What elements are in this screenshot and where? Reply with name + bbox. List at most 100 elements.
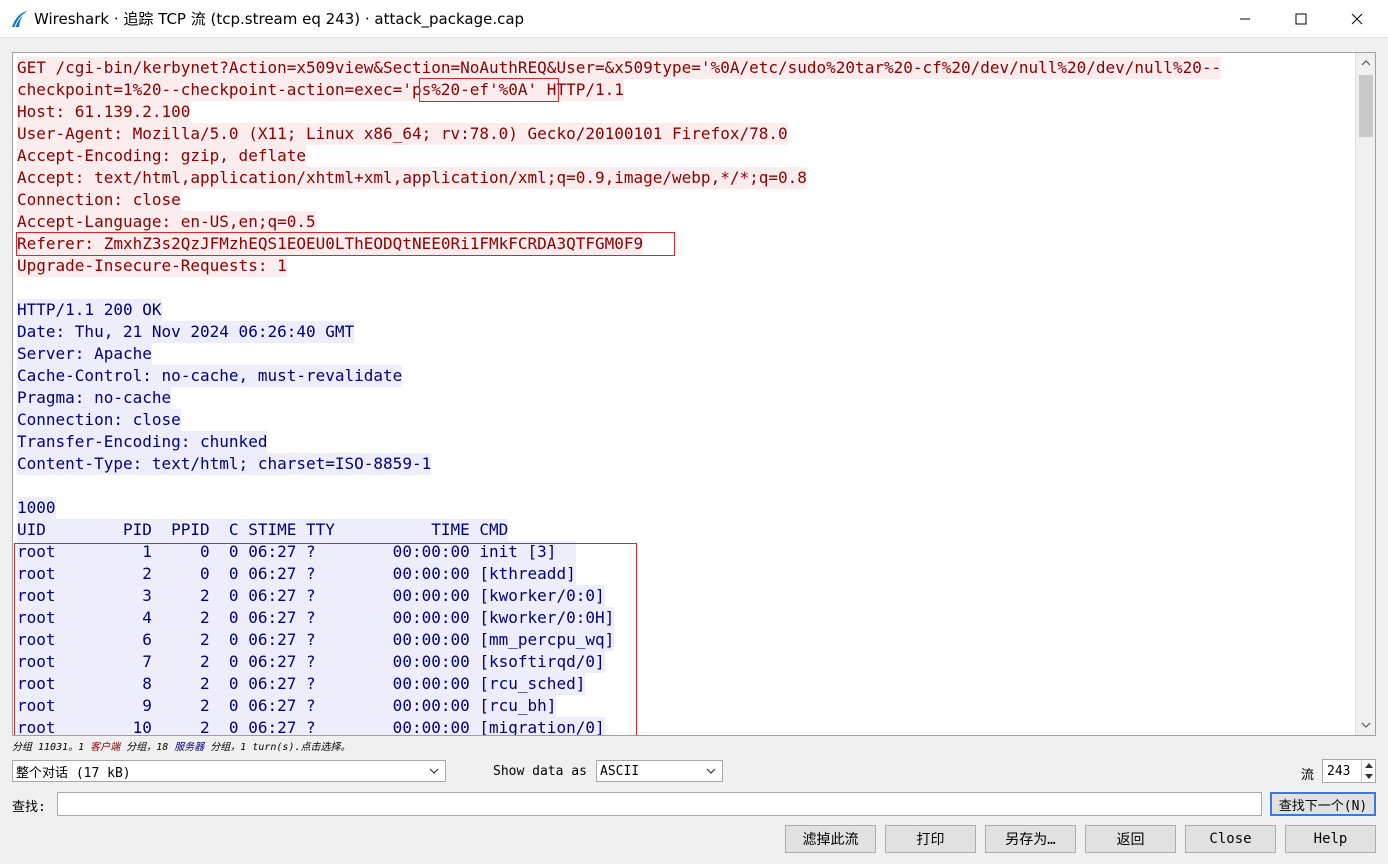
stream-line-text: root 2 0 0 06:27 ? 00:00:00 [kthreadd] [17, 563, 576, 585]
stream-line-text: GET /cgi-bin/kerbynet?Action=x509view&Se… [17, 57, 1222, 79]
stream-line-text: UID PID PPID C STIME TTY TIME CMD [17, 519, 509, 541]
minimize-icon [1240, 18, 1250, 20]
stream-line: root 9 2 0 06:27 ? 00:00:00 [rcu_bh] [17, 695, 1221, 717]
stream-line-text: 1000 [17, 497, 56, 519]
stream-line: Date: Thu, 21 Nov 2024 06:26:40 GMT [17, 321, 1221, 343]
stream-line-text: root 9 2 0 06:27 ? 00:00:00 [rcu_bh] [17, 695, 557, 717]
stream-line: root 4 2 0 06:27 ? 00:00:00 [kworker/0:0… [17, 607, 1221, 629]
stream-text-area[interactable]: GET /cgi-bin/kerbynet?Action=x509view&Se… [12, 52, 1376, 736]
stream-line-text: Date: Thu, 21 Nov 2024 06:26:40 GMT [17, 321, 355, 343]
stream-line-text: Accept: text/html,application/xhtml+xml,… [17, 167, 807, 189]
stream-line [17, 277, 1221, 299]
stream-line [17, 475, 1221, 497]
wireshark-fin-icon [8, 8, 30, 30]
stream-line-text: root 6 2 0 06:27 ? 00:00:00 [mm_percpu_w… [17, 629, 615, 651]
stream-line-text: Transfer-Encoding: chunked [17, 431, 268, 453]
stream-line: UID PID PPID C STIME TTY TIME CMD [17, 519, 1221, 541]
stream-line: root 8 2 0 06:27 ? 00:00:00 [rcu_sched] [17, 673, 1221, 695]
conversation-select[interactable]: 整个对话 (17 kB) [12, 760, 446, 782]
stream-line-text: Connection: close [17, 189, 181, 211]
stream-line: root 7 2 0 06:27 ? 00:00:00 [ksoftirqd/0… [17, 651, 1221, 673]
status-prefix: 分组 11031。1 [12, 742, 91, 753]
vertical-scrollbar[interactable] [1355, 53, 1375, 735]
stream-line: 1000 [17, 497, 1221, 519]
find-label: 查找: [12, 800, 46, 815]
minimize-button[interactable] [1218, 0, 1272, 38]
conversation-select-value: 整个对话 (17 kB) [16, 765, 131, 781]
filter-out-button[interactable]: 滤掉此流 [785, 825, 876, 853]
scrollbar-thumb[interactable] [1359, 75, 1373, 137]
stream-line: HTTP/1.1 200 OK [17, 299, 1221, 321]
stream-content: GET /cgi-bin/kerbynet?Action=x509view&Se… [17, 57, 1222, 735]
stream-line-text: Upgrade-Insecure-Requests: 1 [17, 255, 287, 277]
stream-line-text: Content-Type: text/html; charset=ISO-885… [17, 453, 432, 475]
stream-line: Transfer-Encoding: chunked [17, 431, 1221, 453]
stream-line-text: Server: Apache [17, 343, 152, 365]
stream-line: Connection: close [17, 189, 1221, 211]
stream-line: Server: Apache [17, 343, 1221, 365]
stream-line: checkpoint=1%20--checkpoint-action=exec=… [17, 79, 1221, 101]
stream-line-text: root 4 2 0 06:27 ? 00:00:00 [kworker/0:0… [17, 607, 615, 629]
stream-line: GET /cgi-bin/kerbynet?Action=x509view&Se… [17, 57, 1222, 79]
stream-line: root 6 2 0 06:27 ? 00:00:00 [mm_percpu_w… [17, 629, 1221, 651]
stream-line-text: root 7 2 0 06:27 ? 00:00:00 [ksoftirqd/0… [17, 651, 605, 673]
chevron-down-icon [427, 764, 441, 778]
stream-line-text: root 3 2 0 06:27 ? 00:00:00 [kworker/0:0… [17, 585, 605, 607]
stream-line: Content-Type: text/html; charset=ISO-885… [17, 453, 1221, 475]
chevron-down-icon [704, 764, 718, 778]
back-button[interactable]: 返回 [1085, 825, 1176, 853]
stream-line: root 1 0 0 06:27 ? 00:00:00 init [3] [17, 541, 1221, 563]
show-data-select[interactable]: ASCII [596, 760, 723, 782]
stream-line: Connection: close [17, 409, 1221, 431]
show-data-label: Show data as [493, 764, 587, 779]
stream-line: root 3 2 0 06:27 ? 00:00:00 [kworker/0:0… [17, 585, 1221, 607]
stream-line-text: Host: 61.139.2.100 [17, 101, 191, 123]
stream-line-text: Accept-Encoding: gzip, deflate [17, 145, 306, 167]
find-input[interactable] [57, 792, 1262, 816]
close-window-button[interactable] [1330, 0, 1384, 38]
stream-line-text: Pragma: no-cache [17, 387, 172, 409]
stream-line: Host: 61.139.2.100 [17, 101, 1221, 123]
scroll-up-icon[interactable] [1356, 53, 1376, 73]
help-button[interactable]: Help [1285, 825, 1376, 853]
stream-line-text: Accept-Language: en-US,en;q=0.5 [17, 211, 316, 233]
show-data-select-value: ASCII [600, 763, 640, 779]
status-middle: 分组，18 [120, 742, 175, 753]
save-as-button[interactable]: 另存为… [985, 825, 1076, 853]
stream-line-text: checkpoint=1%20--checkpoint-action=exec=… [17, 79, 624, 101]
title-bar: Wireshark · 追踪 TCP 流 (tcp.stream eq 243)… [0, 0, 1388, 38]
stream-line-text: root 1 0 0 06:27 ? 00:00:00 init [3] [17, 541, 576, 563]
close-icon [1351, 13, 1363, 25]
stream-label: 流 [1301, 768, 1315, 783]
stream-line: root 2 0 0 06:27 ? 00:00:00 [kthreadd] [17, 563, 1221, 585]
spin-up-icon[interactable] [1362, 760, 1375, 771]
stream-line-text: root 10 2 0 06:27 ? 00:00:00 [migration/… [17, 717, 605, 735]
maximize-button[interactable] [1274, 0, 1328, 38]
stream-line: root 10 2 0 06:27 ? 00:00:00 [migration/… [17, 717, 1221, 735]
spin-down-icon[interactable] [1362, 771, 1375, 782]
stream-line: User-Agent: Mozilla/5.0 (X11; Linux x86_… [17, 123, 1221, 145]
stream-line-text: root 8 2 0 06:27 ? 00:00:00 [rcu_sched] [17, 673, 586, 695]
stream-number-spinbox[interactable]: 243 [1322, 759, 1376, 783]
status-server-word: 服务器 [174, 742, 205, 753]
scroll-down-icon[interactable] [1356, 715, 1376, 735]
stream-line-text: HTTP/1.1 200 OK [17, 299, 162, 321]
status-suffix: 分组，1 turn(s).点击选择。 [204, 742, 351, 753]
stream-line: Referer: ZmxhZ3s2QzJFMzhEQS1EOEU0LThEODQ… [17, 233, 1221, 255]
stream-line: Accept: text/html,application/xhtml+xml,… [17, 167, 1221, 189]
stream-line-text: Referer: ZmxhZ3s2QzJFMzhEQS1EOEU0LThEODQ… [17, 233, 644, 255]
close-button[interactable]: Close [1185, 825, 1276, 853]
status-client-word: 客户端 [90, 742, 121, 753]
stream-line: Accept-Encoding: gzip, deflate [17, 145, 1221, 167]
print-button[interactable]: 打印 [885, 825, 976, 853]
window-title: Wireshark · 追踪 TCP 流 (tcp.stream eq 243)… [34, 10, 525, 28]
packet-status-line[interactable]: 分组 11031。1 客户端 分组，18 服务器 分组，1 turn(s).点击… [12, 738, 351, 753]
stream-number-value: 243 [1327, 763, 1351, 779]
stream-line: Pragma: no-cache [17, 387, 1221, 409]
stream-line: Cache-Control: no-cache, must-revalidate [17, 365, 1221, 387]
find-next-button[interactable]: 查找下一个(N) [1270, 792, 1376, 816]
stream-line-text: Cache-Control: no-cache, must-revalidate [17, 365, 403, 387]
stream-line-text: User-Agent: Mozilla/5.0 (X11; Linux x86_… [17, 123, 788, 145]
stream-line: Accept-Language: en-US,en;q=0.5 [17, 211, 1221, 233]
stream-line: Upgrade-Insecure-Requests: 1 [17, 255, 1221, 277]
